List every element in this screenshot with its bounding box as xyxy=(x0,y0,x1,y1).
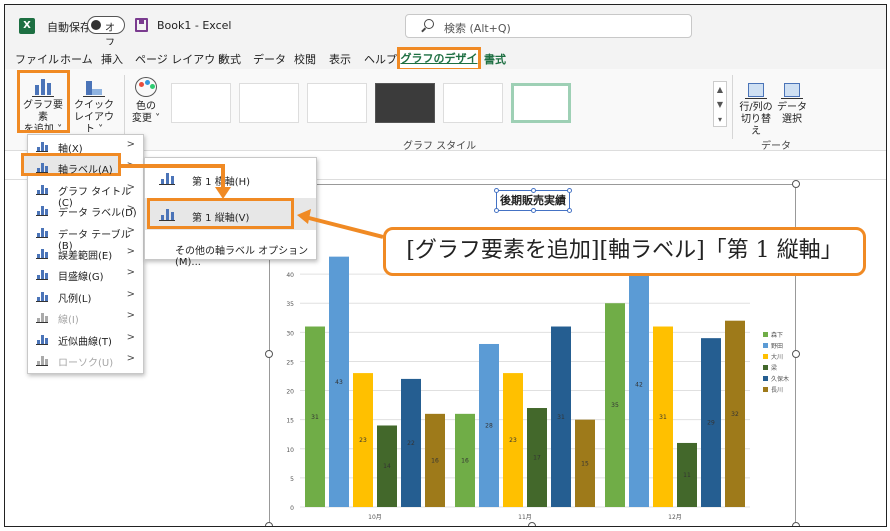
callout-arrow xyxy=(304,215,384,239)
pointer-arrow xyxy=(121,164,225,189)
arrow-head xyxy=(215,187,231,199)
instruction-callout: [グラフ要素を追加][軸ラベル]「第 1 縦軸」 xyxy=(383,227,866,276)
excel-window: X 自動保存 オフ Book1 - Excel 検索 (Alt+Q) ファイル … xyxy=(4,4,887,527)
arrow-head xyxy=(297,209,311,224)
